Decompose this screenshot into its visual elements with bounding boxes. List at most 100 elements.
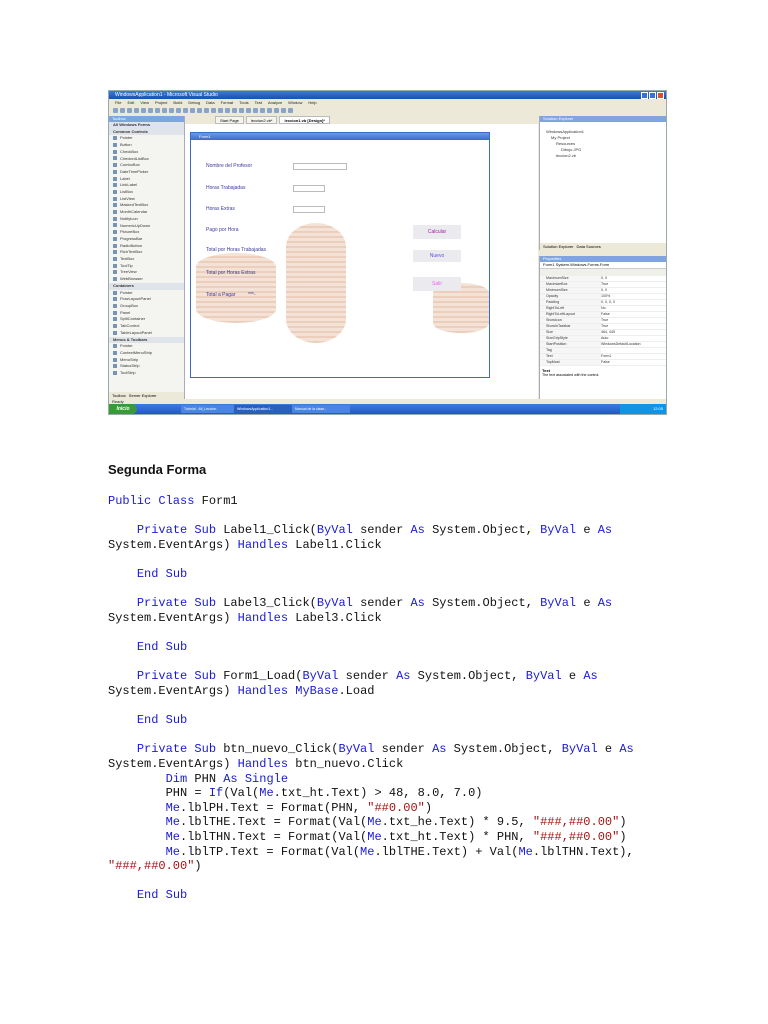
- toolbar-icon[interactable]: [148, 108, 153, 113]
- menu-item[interactable]: Tools: [239, 99, 248, 106]
- menu-item[interactable]: File: [115, 99, 121, 106]
- doc-tab[interactable]: Start Page: [215, 116, 244, 124]
- toolbox-item[interactable]: Panel: [109, 310, 184, 317]
- toolbox-item[interactable]: ProgressBar: [109, 236, 184, 243]
- toolbar-icon[interactable]: [204, 108, 209, 113]
- toolbox-group[interactable]: Common Controls: [109, 128, 184, 136]
- toolbar-icon[interactable]: [190, 108, 195, 113]
- toolbox-item[interactable]: TreeView: [109, 269, 184, 276]
- txt-nombre[interactable]: [293, 163, 347, 170]
- toolbox-item[interactable]: CheckedListBox: [109, 156, 184, 163]
- toolbar-icon[interactable]: [134, 108, 139, 113]
- form1-design[interactable]: Form1 Nombre del Profesor Horas Trabajad…: [190, 132, 490, 378]
- toolbar-icon[interactable]: [239, 108, 244, 113]
- toolbox-item[interactable]: ToolStrip: [109, 370, 184, 377]
- toolbar-icon[interactable]: [281, 108, 286, 113]
- salir-button[interactable]: Salir: [413, 277, 461, 291]
- toolbar-icon[interactable]: [253, 108, 258, 113]
- toolbox-item[interactable]: PictureBox: [109, 229, 184, 236]
- menu-item[interactable]: Analyze: [268, 99, 282, 106]
- doc-tab-active[interactable]: leccion1.vb [Design]*: [279, 116, 330, 124]
- toolbox-item[interactable]: Button: [109, 142, 184, 149]
- toolbar-icon[interactable]: [197, 108, 202, 113]
- doc-tab[interactable]: leccion2.vb*: [245, 116, 278, 124]
- menu-item[interactable]: Data: [206, 99, 214, 106]
- properties-object-select[interactable]: Form1 System.Windows.Forms.Form: [540, 262, 666, 269]
- toolbar-icon[interactable]: [232, 108, 237, 113]
- toolbox-item[interactable]: RadioButton: [109, 243, 184, 250]
- nuevo-button[interactable]: Nuevo: [413, 250, 461, 262]
- menu-item[interactable]: Test: [255, 99, 262, 106]
- toolbar-icon[interactable]: [211, 108, 216, 113]
- toolbar-icon[interactable]: [127, 108, 132, 113]
- toolbar-icon[interactable]: [183, 108, 188, 113]
- toolbox-item[interactable]: ComboBox: [109, 162, 184, 169]
- toolbar-icon[interactable]: [274, 108, 279, 113]
- maximize-icon[interactable]: [649, 92, 656, 99]
- toolbox-item[interactable]: Pointer: [109, 290, 184, 297]
- txt-he[interactable]: [293, 206, 325, 213]
- solution-explorer-tab[interactable]: Solution Explorer: [543, 243, 573, 250]
- toolbox-item[interactable]: MonthCalendar: [109, 209, 184, 216]
- toolbox-item[interactable]: LinkLabel: [109, 182, 184, 189]
- server-explorer-tab[interactable]: Server Explorer: [129, 392, 157, 399]
- toolbox-group[interactable]: Menus & Toolbars: [109, 336, 184, 344]
- toolbar-icon[interactable]: [288, 108, 293, 113]
- toolbox-item[interactable]: NotifyIcon: [109, 216, 184, 223]
- toolbar-icon[interactable]: [169, 108, 174, 113]
- toolbox-item[interactable]: NumericUpDown: [109, 223, 184, 230]
- toolbox-item[interactable]: StatusStrip: [109, 363, 184, 370]
- toolbox-item[interactable]: MaskedTextBox: [109, 202, 184, 209]
- menu-item[interactable]: View: [140, 99, 149, 106]
- toolbox-item[interactable]: GroupBox: [109, 303, 184, 310]
- toolbox-item[interactable]: CheckBox: [109, 149, 184, 156]
- toolbox-item[interactable]: DateTimePicker: [109, 169, 184, 176]
- toolbox-item[interactable]: RichTextBox: [109, 249, 184, 256]
- taskbar-item[interactable]: Manual de la clase...: [292, 405, 350, 413]
- toolbox-item[interactable]: ListBox: [109, 189, 184, 196]
- toolbox-group[interactable]: Containers: [109, 282, 184, 290]
- toolbar-icon[interactable]: [267, 108, 272, 113]
- toolbox-item[interactable]: ListView: [109, 196, 184, 203]
- toolbar-icon[interactable]: [176, 108, 181, 113]
- toolbar-icon[interactable]: [225, 108, 230, 113]
- menu-item[interactable]: Project: [155, 99, 167, 106]
- minimize-icon[interactable]: [641, 92, 648, 99]
- toolbox-tab[interactable]: Toolbox: [112, 392, 126, 399]
- toolbox-item[interactable]: WebBrowser: [109, 276, 184, 283]
- toolbox-item[interactable]: TextBox: [109, 256, 184, 263]
- toolbox-item[interactable]: MenuStrip: [109, 357, 184, 364]
- calcular-button[interactable]: Calcular: [413, 225, 461, 239]
- menu-item[interactable]: Format: [221, 99, 234, 106]
- toolbox-item[interactable]: ContextMenuStrip: [109, 350, 184, 357]
- solution-tree-item[interactable]: leccion2.vb: [540, 153, 666, 159]
- toolbox-item[interactable]: Label: [109, 176, 184, 183]
- toolbox-item[interactable]: SplitContainer: [109, 316, 184, 323]
- taskbar-item[interactable]: WindowsApplication1...: [234, 405, 292, 413]
- toolbar-icon[interactable]: [246, 108, 251, 113]
- toolbox-item[interactable]: ToolTip: [109, 263, 184, 270]
- menu-item[interactable]: Edit: [127, 99, 134, 106]
- toolbar-icon[interactable]: [260, 108, 265, 113]
- menu-item[interactable]: Help: [308, 99, 316, 106]
- menu-item[interactable]: Window: [288, 99, 302, 106]
- toolbar-icon[interactable]: [218, 108, 223, 113]
- menu-item[interactable]: Debug: [188, 99, 200, 106]
- toolbox-item[interactable]: FlowLayoutPanel: [109, 296, 184, 303]
- toolbar-icon[interactable]: [120, 108, 125, 113]
- toolbar-icon[interactable]: [113, 108, 118, 113]
- toolbox-item[interactable]: Pointer: [109, 343, 184, 350]
- close-icon[interactable]: [657, 92, 664, 99]
- toolbox-item[interactable]: TableLayoutPanel: [109, 330, 184, 337]
- toolbox-group[interactable]: All Windows Forms: [109, 122, 184, 129]
- toolbar-icon[interactable]: [155, 108, 160, 113]
- toolbar-icon[interactable]: [141, 108, 146, 113]
- txt-ht[interactable]: [293, 185, 325, 192]
- menu-item[interactable]: Build: [173, 99, 182, 106]
- toolbar-icon[interactable]: [162, 108, 167, 113]
- data-sources-tab[interactable]: Data Sources: [576, 243, 600, 250]
- toolbox-item[interactable]: TabControl: [109, 323, 184, 330]
- start-button[interactable]: Inicio: [109, 404, 137, 414]
- taskbar-item[interactable]: Tutorial - Mi_Leccion: [181, 405, 234, 413]
- toolbox-item[interactable]: Pointer: [109, 135, 184, 142]
